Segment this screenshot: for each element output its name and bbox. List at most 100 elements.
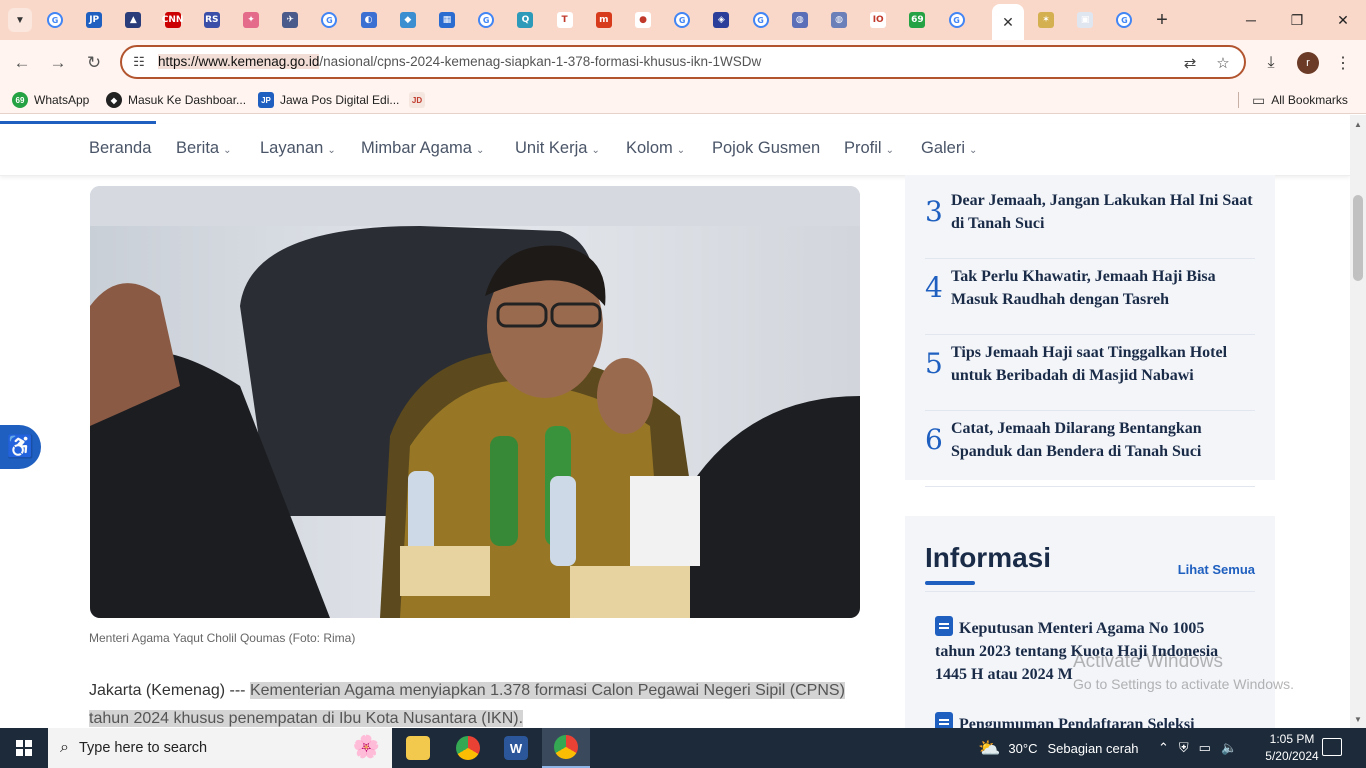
tab-search-button[interactable]: ▼	[8, 8, 32, 32]
scroll-thumb[interactable]	[1353, 195, 1363, 281]
bookmark-jdih[interactable]: JD	[409, 91, 431, 109]
browser-tab[interactable]: ◈	[709, 8, 733, 32]
close-window-button[interactable]: ✕	[1320, 0, 1366, 40]
new-tab-button[interactable]: +	[1150, 8, 1174, 32]
io-app-icon: IO	[870, 12, 887, 28]
scroll-up-icon[interactable]: ▲	[1350, 117, 1366, 131]
nav-item-pojok-gusmen[interactable]: Pojok Gusmen	[712, 139, 820, 158]
bookmark-label: Jawa Pos Digital Edi...	[280, 93, 400, 107]
taskbar-search[interactable]: ⌕ Type here to search 🌸	[48, 728, 392, 768]
see-all-link[interactable]: Lihat Semua	[1178, 562, 1255, 577]
nav-item-berita[interactable]: Berita ⌄	[176, 139, 232, 158]
forward-button[interactable]: →	[45, 50, 71, 76]
close-icon[interactable]: ✕	[1002, 14, 1014, 31]
browser-tab[interactable]: ◍	[827, 8, 851, 32]
chevron-down-icon: ⌄	[676, 145, 686, 156]
close-icon: ✕	[1337, 11, 1349, 28]
article-photo-image	[90, 186, 860, 618]
translate-icon[interactable]: ⇄	[1180, 53, 1200, 73]
profile-avatar[interactable]: r	[1297, 52, 1319, 74]
nav-item-galeri[interactable]: Galeri ⌄	[921, 139, 977, 158]
browser-tab[interactable]: Q	[513, 8, 537, 32]
browser-tab[interactable]: G	[670, 8, 694, 32]
browser-tab[interactable]: ▲	[121, 8, 145, 32]
browser-tab[interactable]: ▣	[1073, 8, 1097, 32]
chevron-down-icon: ⌄	[223, 145, 232, 156]
popular-news-item[interactable]: 5 Tips Jemaah Haji saat Tinggalkan Hotel …	[925, 337, 1255, 411]
chrome-app-active[interactable]	[542, 728, 590, 768]
chevron-up-icon[interactable]: ⌃	[1158, 740, 1169, 756]
browser-tab[interactable]: G	[945, 8, 969, 32]
browser-tab[interactable]: G	[474, 8, 498, 32]
nav-item-profil[interactable]: Profil ⌄	[844, 139, 894, 158]
url-text[interactable]: https://www.kemenag.go.id/nasional/cpns-…	[158, 54, 761, 69]
popular-news-item[interactable]: 4 Tak Perlu Khawatir, Jemaah Haji Bisa Ma…	[925, 261, 1255, 335]
browser-tab[interactable]: m	[592, 8, 616, 32]
system-clock[interactable]: 1:05 PM 5/20/2024	[1256, 731, 1328, 765]
chart-app-icon: ▦	[439, 12, 455, 28]
bookmark-whatsapp[interactable]: 69 WhatsApp	[12, 91, 89, 109]
security-icon[interactable]: ⛨	[1179, 740, 1189, 756]
reload-button[interactable]: ↻	[81, 50, 107, 76]
active-tab[interactable]: ✕	[992, 4, 1024, 40]
file-explorer-app[interactable]	[394, 728, 442, 768]
all-bookmarks-label: All Bookmarks	[1271, 93, 1348, 107]
bookmark-dashboard[interactable]: ◆ Masuk Ke Dashboar...	[106, 91, 246, 109]
popular-news-item[interactable]: 6 Catat, Jemaah Dilarang Bentangkan Spand…	[925, 413, 1255, 487]
notification-icon[interactable]	[1322, 738, 1342, 756]
url-host: https://www.kemenag.go.id	[158, 54, 320, 69]
nav-item-mimbar-agama[interactable]: Mimbar Agama ⌄	[361, 139, 484, 158]
chrome-app[interactable]	[444, 728, 492, 768]
browser-tab[interactable]: IO	[866, 8, 890, 32]
popular-news-item[interactable]: 3 Dear Jemaah, Jangan Lakukan Hal Ini Saa…	[925, 185, 1255, 259]
nav-item-beranda[interactable]: Beranda	[89, 139, 151, 158]
browser-tab[interactable]: ✶	[1034, 8, 1058, 32]
menu-kebab-icon[interactable]: ⋮	[1330, 50, 1356, 76]
bookmark-star-icon[interactable]: ☆	[1213, 53, 1233, 73]
rs-icon: RS	[203, 12, 220, 28]
weather-widget[interactable]: ⛅ 30°C Sebagian cerah	[978, 728, 1139, 768]
lead-highlight: Kementerian Agama menyiapkan 1.378 forma…	[249, 682, 845, 699]
browser-tab[interactable]: RS	[200, 8, 224, 32]
download-icon[interactable]: ⤓	[1258, 50, 1284, 76]
site-info-icon[interactable]: ☷	[130, 53, 148, 71]
lead-prefix: Jakarta (Kemenag) ---	[89, 682, 250, 699]
volume-icon[interactable]: 🔈	[1221, 740, 1237, 756]
restore-button[interactable]: ❐	[1274, 0, 1320, 40]
word-app[interactable]: W	[492, 728, 540, 768]
weather-temp: 30°C	[1008, 740, 1038, 756]
browser-tab[interactable]: G	[317, 8, 341, 32]
nav-item-layanan[interactable]: Layanan ⌄	[260, 139, 336, 158]
whatsapp-icon: 69	[12, 92, 28, 108]
network-icon[interactable]: ▭	[1199, 740, 1211, 756]
scroll-down-icon[interactable]: ▼	[1350, 712, 1366, 726]
bookmark-jawapos[interactable]: JP Jawa Pos Digital Edi...	[258, 91, 399, 109]
browser-tab[interactable]: ◆	[396, 8, 420, 32]
accessibility-button[interactable]: ♿	[0, 425, 41, 469]
page-scrollbar[interactable]: ▲ ▼	[1350, 115, 1366, 728]
start-button[interactable]	[0, 728, 48, 768]
browser-tab[interactable]: 69	[905, 8, 929, 32]
address-bar[interactable]: ☷ https://www.kemenag.go.id/nasional/cpn…	[120, 45, 1246, 79]
minimize-button[interactable]: ─	[1228, 0, 1274, 40]
browser-tab[interactable]: ◐	[357, 8, 381, 32]
browser-tab[interactable]: JP	[82, 8, 106, 32]
nav-item-unit-kerja[interactable]: Unit Kerja ⌄	[515, 139, 600, 158]
browser-tab[interactable]: G	[43, 8, 67, 32]
browser-tab[interactable]: CNN	[161, 8, 185, 32]
all-bookmarks-button[interactable]: ▭ All Bookmarks	[1252, 91, 1348, 109]
back-button[interactable]: ←	[9, 50, 35, 76]
bookmarks-bar: 69 WhatsApp ◆ Masuk Ke Dashboar... JP Ja…	[0, 86, 1366, 114]
browser-tab[interactable]: ✈	[278, 8, 302, 32]
browser-tab[interactable]: G	[1112, 8, 1136, 32]
browser-tab[interactable]: ▦	[435, 8, 459, 32]
information-item[interactable]: Pengumuman Pendaftaran Seleksi	[935, 712, 1235, 728]
browser-tab[interactable]: ●	[631, 8, 655, 32]
diamond-icon: ◆	[399, 12, 416, 28]
browser-tab[interactable]: ◍	[788, 8, 812, 32]
nav-item-kolom[interactable]: Kolom ⌄	[626, 139, 685, 158]
browser-tab[interactable]: ✦	[239, 8, 263, 32]
browser-tab[interactable]: G	[749, 8, 773, 32]
bookmark-label: Masuk Ke Dashboar...	[128, 93, 247, 107]
browser-tab[interactable]: T	[553, 8, 577, 32]
